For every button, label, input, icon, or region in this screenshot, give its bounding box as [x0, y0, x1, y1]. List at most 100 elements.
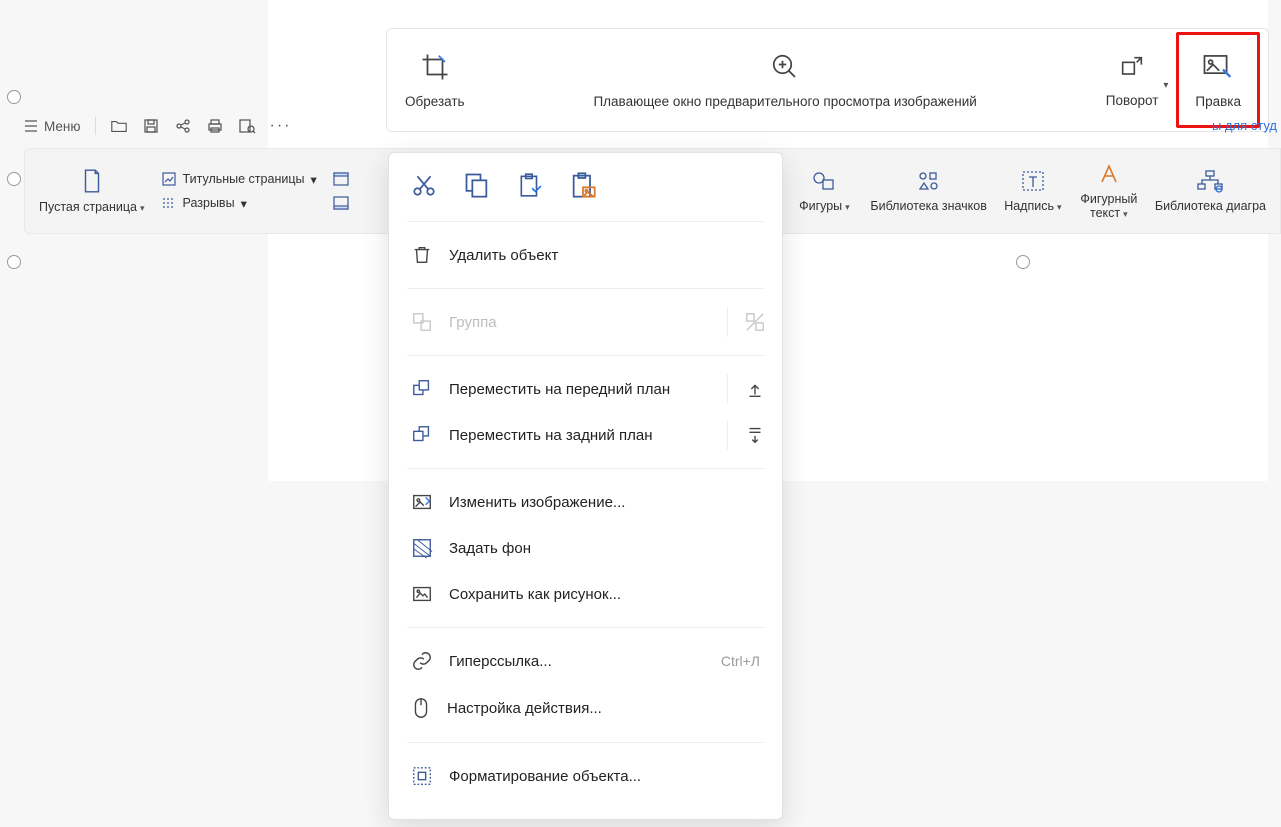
cover-pages-button[interactable]: Титульные страницы ▾: [161, 171, 317, 187]
format-object-item[interactable]: Форматирование объекта...: [389, 753, 782, 799]
paste-as-picture-button[interactable]: [569, 171, 597, 199]
hamburger-icon: [24, 120, 38, 132]
text-box-button[interactable]: Надпись▾: [997, 165, 1069, 217]
delete-object-label: Удалить объект: [449, 247, 558, 264]
send-back-label: Переместить на задний план: [449, 427, 653, 444]
selection-handle[interactable]: [7, 172, 21, 186]
format-object-label: Форматирование объекта...: [449, 768, 641, 785]
separator: [407, 627, 764, 628]
menu-button[interactable]: Меню: [24, 119, 81, 134]
clipboard-icon-row: [389, 171, 782, 211]
chevron-down-icon: ▾: [845, 202, 850, 212]
send-back-side-button[interactable]: [727, 420, 766, 450]
icon-library-button[interactable]: Библиотека значков: [864, 165, 992, 217]
text-box-icon: [1020, 169, 1046, 193]
cover-page-icon: [161, 171, 177, 187]
cut-button[interactable]: [411, 171, 437, 199]
change-image-label: Изменить изображение...: [449, 494, 625, 511]
separator: [407, 355, 764, 356]
bring-front-label: Переместить на передний план: [449, 381, 670, 398]
word-art-button[interactable]: Фигурныйтекст▾: [1073, 158, 1145, 225]
diagram-library-label: Библиотека диагра: [1155, 199, 1266, 213]
open-folder-button[interactable]: [110, 117, 128, 135]
text-box-label: Надпись: [1004, 199, 1054, 213]
crop-label: Обрезать: [405, 94, 465, 109]
action-settings-label: Настройка действия...: [447, 700, 602, 717]
chevron-down-icon: ▾: [1123, 209, 1128, 219]
shapes-button[interactable]: Фигуры▾: [788, 165, 860, 217]
separator: [407, 288, 764, 289]
copy-button[interactable]: [463, 171, 491, 199]
selection-handle[interactable]: [1016, 255, 1030, 269]
diagram-library-button[interactable]: Библиотека диагра: [1149, 165, 1272, 217]
word-art-label2: текст: [1090, 206, 1120, 220]
group-label: Группа: [449, 314, 497, 331]
print-preview-button[interactable]: [238, 117, 256, 135]
chevron-down-icon: ▾: [1057, 202, 1062, 212]
save-as-picture-item[interactable]: Сохранить как рисунок...: [389, 571, 782, 617]
separator: [95, 117, 96, 135]
group-item: Группа: [389, 299, 782, 345]
mouse-icon: [411, 696, 431, 720]
share-button[interactable]: [174, 117, 192, 135]
page-options-group: Титульные страницы ▾ Разрывы ▾: [155, 171, 323, 211]
header-icon[interactable]: [333, 172, 349, 186]
hyperlink-shortcut: Ctrl+Л: [721, 653, 760, 669]
set-background-item[interactable]: Задать фон: [389, 525, 782, 571]
hyperlink-item[interactable]: Гиперссылка... Ctrl+Л: [389, 638, 782, 684]
change-image-item[interactable]: Изменить изображение...: [389, 479, 782, 525]
send-back-icon: [411, 424, 433, 446]
hyperlink-label: Гиперссылка...: [449, 653, 552, 670]
print-button[interactable]: [206, 117, 224, 135]
crop-button[interactable]: Обрезать: [395, 46, 475, 115]
student-link-fragment[interactable]: ы для студ: [1212, 118, 1277, 133]
icon-library-label: Библиотека значков: [870, 199, 986, 213]
image-tools-toolbar: Обрезать Плавающее окно предварительного…: [386, 28, 1269, 132]
bring-to-front-item[interactable]: Переместить на передний план: [389, 366, 782, 412]
separator: [407, 742, 764, 743]
magnifier-plus-icon: [770, 52, 800, 82]
send-to-back-item[interactable]: Переместить на задний план: [389, 412, 782, 458]
floating-preview-label: Плавающее окно предварительного просмотр…: [593, 94, 976, 109]
save-picture-icon: [411, 583, 433, 605]
shapes-icon: [811, 169, 837, 193]
image-edit-icon: [1202, 52, 1234, 82]
rotate-icon: [1118, 53, 1146, 81]
quick-access-toolbar: Меню ···: [24, 112, 291, 140]
page-icon: [80, 168, 104, 194]
bring-front-icon: [411, 378, 433, 400]
diagram-icon: [1196, 169, 1224, 193]
shapes-label: Фигуры: [799, 199, 842, 213]
edit-label: Правка: [1195, 94, 1241, 109]
action-settings-item[interactable]: Настройка действия...: [389, 684, 782, 732]
blank-page-button[interactable]: Пустая страница▾: [33, 164, 151, 218]
floating-preview-button[interactable]: Плавающее окно предварительного просмотр…: [483, 46, 1088, 115]
breaks-button[interactable]: Разрывы ▾: [161, 195, 247, 211]
format-object-icon: [411, 765, 433, 787]
separator: [407, 221, 764, 222]
more-button[interactable]: ···: [270, 117, 292, 135]
link-icon: [411, 650, 433, 672]
header-footer-icons: [327, 172, 355, 210]
rotate-label: Поворот: [1106, 93, 1159, 108]
edit-button[interactable]: Правка: [1176, 32, 1260, 128]
chevron-down-icon: ▾: [310, 172, 316, 187]
selection-handle[interactable]: [7, 255, 21, 269]
rotate-button[interactable]: Поворот ▾: [1096, 47, 1169, 114]
set-background-label: Задать фон: [449, 540, 531, 557]
crop-icon: [420, 52, 450, 82]
chevron-down-icon: ▾: [1163, 80, 1168, 91]
change-image-icon: [411, 491, 433, 513]
save-button[interactable]: [142, 117, 160, 135]
separator: [407, 468, 764, 469]
footer-icon[interactable]: [333, 196, 349, 210]
menu-label: Меню: [44, 119, 81, 134]
paste-button[interactable]: [517, 171, 543, 199]
set-background-icon: [411, 537, 433, 559]
context-menu: Удалить объект Группа Переместить на пер…: [388, 152, 783, 820]
bring-front-side-button[interactable]: [727, 374, 766, 404]
page-break-icon: [161, 195, 177, 211]
delete-object-item[interactable]: Удалить объект: [389, 232, 782, 278]
blank-page-label: Пустая страница: [39, 200, 137, 214]
selection-handle[interactable]: [7, 90, 21, 104]
